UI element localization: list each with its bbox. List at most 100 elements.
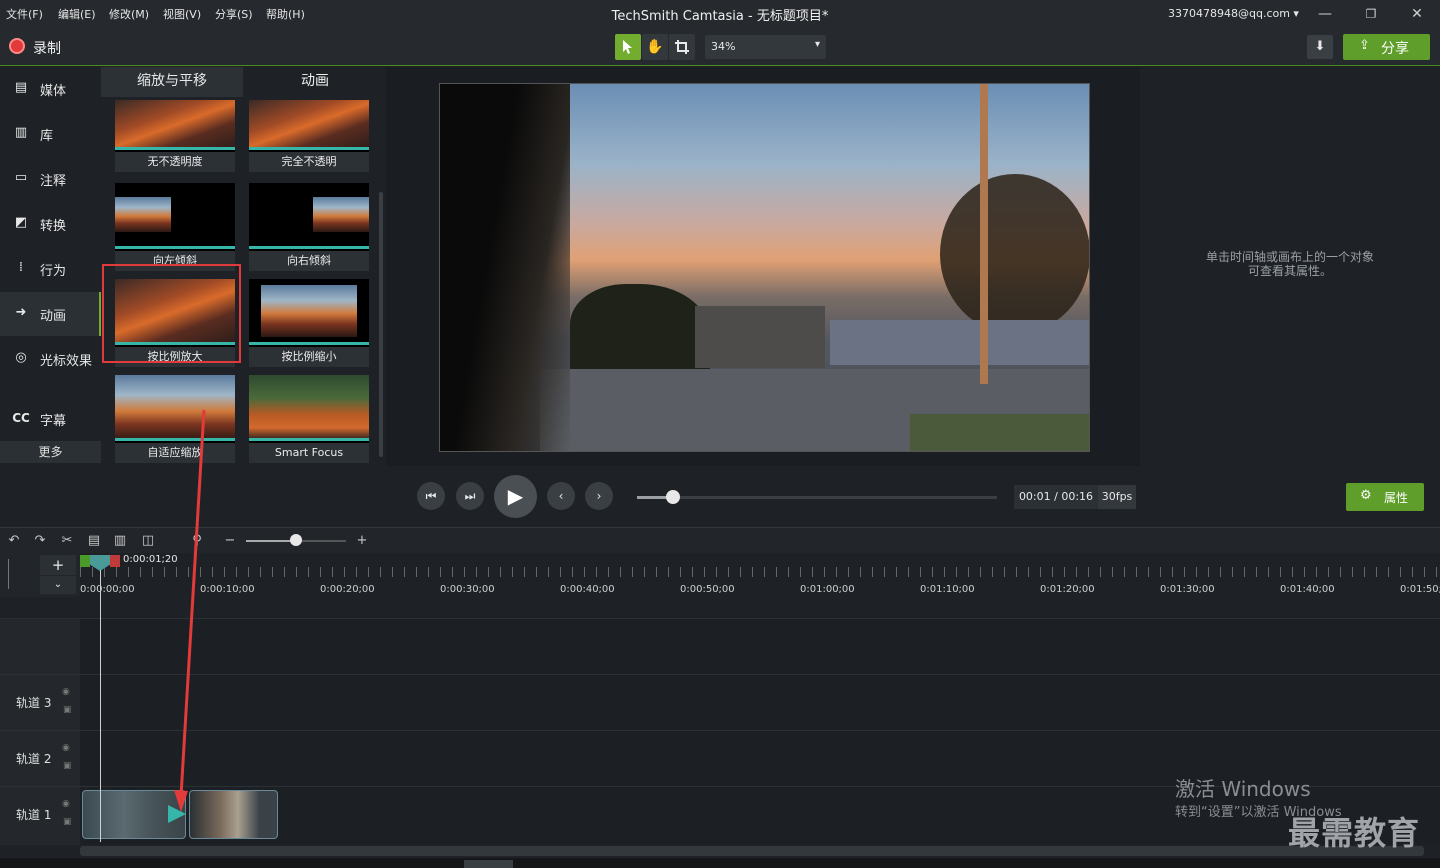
redo-icon[interactable]: ↷ <box>31 533 49 549</box>
animation-item-tilt-left[interactable]: 向左倾斜 <box>115 183 235 271</box>
scrubber-handle[interactable] <box>666 490 680 504</box>
step-forward-button[interactable]: ⏭ <box>456 482 484 510</box>
animation-item-full-opacity[interactable]: 完全不透明 <box>249 100 369 172</box>
properties-hint: 单击时间轴或画布上的一个对象 可查看其属性。 <box>1180 250 1400 278</box>
animation-item-smart-focus[interactable]: Smart Focus <box>249 375 369 463</box>
animation-item-tilt-right[interactable]: 向右倾斜 <box>249 183 369 271</box>
animation-item-no-opacity[interactable]: 无不透明度 <box>115 100 235 172</box>
ruler-label: 0:01:00;00 <box>800 584 855 595</box>
ruler-label: 0:00:50;00 <box>680 584 735 595</box>
sidebar-item-cursor-effects[interactable]: ◎ 光标效果 <box>0 337 101 381</box>
zoom-out-icon[interactable]: − <box>221 533 239 549</box>
cut-icon[interactable]: ✂ <box>58 533 76 549</box>
ruler-label: 0:00:20;00 <box>320 584 375 595</box>
record-icon[interactable] <box>9 38 25 54</box>
next-button[interactable]: › <box>585 482 613 510</box>
sidebar-item-transitions[interactable]: ◩ 转换 <box>0 202 101 246</box>
scrubber-track[interactable] <box>637 496 997 499</box>
magnet-icon[interactable] <box>8 559 14 589</box>
share-button[interactable]: ⇪ 分享 <box>1343 34 1430 60</box>
tab-zoom-pan[interactable]: 缩放与平移 <box>101 67 243 97</box>
menu-edit[interactable]: 编辑(E) <box>58 6 96 22</box>
pan-tool-button[interactable]: ✋ <box>642 34 668 60</box>
empty-track-area[interactable] <box>0 618 1440 675</box>
timeline-ruler[interactable]: 0:00:01;20 0:00:00;00 0:00:10;00 0:00:20… <box>80 553 1440 597</box>
account-menu[interactable]: 3370478948@qq.com ▾ <box>1168 7 1299 20</box>
video-preview[interactable] <box>439 83 1090 452</box>
canvas[interactable] <box>386 67 1140 466</box>
chevron-down-icon[interactable]: ⌄ <box>40 576 76 594</box>
pointer-icon <box>623 40 632 54</box>
timecode: 00:01 / 00:16 <box>1014 485 1098 509</box>
lock-icon[interactable]: ▣ <box>63 817 72 827</box>
ruler-label: 0:00:30;00 <box>440 584 495 595</box>
animation-item-scale-down[interactable]: 按比例缩小 <box>249 279 369 367</box>
thumbnail-frame <box>115 183 235 249</box>
sidebar-item-label: 光标效果 <box>40 354 93 369</box>
undo-icon[interactable]: ↶ <box>5 533 23 549</box>
zoom-value: 34% <box>711 40 736 53</box>
menu-modify[interactable]: 修改(M) <box>109 6 149 22</box>
sidebar-item-label: 转换 <box>40 219 67 234</box>
sidebar-item-label: 库 <box>40 129 54 144</box>
eye-icon[interactable]: ◉ <box>62 743 70 753</box>
in-point-marker[interactable] <box>80 555 90 567</box>
close-button[interactable]: ✕ <box>1394 2 1440 26</box>
eye-icon[interactable]: ◉ <box>62 687 70 697</box>
paste-icon[interactable]: ▥ <box>111 533 129 549</box>
minimize-button[interactable]: — <box>1302 2 1348 26</box>
search-icon[interactable]: ⚲ <box>188 533 206 549</box>
step-back-button[interactable]: ⏮ <box>417 482 445 510</box>
sidebar: ▤ 媒体 ▥ 库 ▭ 注释 ◩ 转换 ⁞ 行为 ➜ 动画 ◎ 光标效果 CC 字… <box>0 67 101 464</box>
playhead-time: 0:00:01;20 <box>123 554 178 565</box>
sidebar-item-behaviors[interactable]: ⁞ 行为 <box>0 247 101 291</box>
share-label: 分享 <box>1381 41 1409 57</box>
previous-button[interactable]: ‹ <box>547 482 575 510</box>
download-button[interactable]: ⬇ <box>1307 35 1333 59</box>
behavior-icon: ⁞ <box>18 260 24 275</box>
restore-button[interactable]: ❐ <box>1348 2 1394 26</box>
track-3[interactable]: 轨道 3 ◉ ▣ <box>0 674 1440 731</box>
sidebar-item-media[interactable]: ▤ 媒体 <box>0 67 101 111</box>
thumbnail-frame <box>249 183 369 249</box>
sidebar-item-library[interactable]: ▥ 库 <box>0 112 101 156</box>
eye-icon[interactable]: ◉ <box>62 799 70 809</box>
animation-item-adaptive-scale[interactable]: 自适应缩放 <box>115 375 235 463</box>
library-scrollbar[interactable] <box>379 192 383 457</box>
sidebar-item-captions[interactable]: CC 字幕 <box>0 397 101 441</box>
lock-icon[interactable]: ▣ <box>63 705 72 715</box>
menu-view[interactable]: 视图(V) <box>163 6 201 22</box>
tab-animations[interactable]: 动画 <box>245 67 385 97</box>
zoom-in-icon[interactable]: + <box>353 533 371 549</box>
animation-bar <box>115 147 235 150</box>
lock-icon[interactable]: ▣ <box>63 761 72 771</box>
add-track-button[interactable]: + <box>40 555 76 575</box>
play-button[interactable]: ▶ <box>494 475 537 518</box>
bottom-scroll-handle[interactable] <box>464 860 513 868</box>
play-icon: ▶ <box>507 484 524 508</box>
menu-file[interactable]: 文件(F) <box>6 6 43 22</box>
sidebar-item-animations[interactable]: ➜ 动画 <box>0 292 101 336</box>
sidebar-item-annotations[interactable]: ▭ 注释 <box>0 157 101 201</box>
menu-share[interactable]: 分享(S) <box>215 6 253 22</box>
properties-panel: 单击时间轴或画布上的一个对象 可查看其属性。 <box>1140 67 1440 466</box>
select-tool-button[interactable] <box>615 34 641 60</box>
properties-button[interactable]: ⚙ 属性 <box>1346 483 1424 511</box>
split-icon[interactable]: ◫ <box>139 533 157 549</box>
record-button[interactable]: 录制 <box>33 38 61 58</box>
menu-help[interactable]: 帮助(H) <box>266 6 305 22</box>
thumbnail-frame <box>249 279 369 345</box>
timeline-scrollbar[interactable] <box>80 846 1424 856</box>
zoom-select[interactable]: 34% ▾ <box>705 35 826 59</box>
out-point-marker[interactable] <box>110 555 120 567</box>
crop-tool-button[interactable] <box>669 34 695 60</box>
media-clip[interactable] <box>189 790 278 839</box>
ruler-label: 0:01:20;00 <box>1040 584 1095 595</box>
track-header: 轨道 2 ◉ ▣ <box>0 731 80 787</box>
more-button[interactable]: 更多 <box>0 441 101 463</box>
selection-highlight <box>102 264 241 363</box>
chevron-left-icon: ‹ <box>558 489 564 503</box>
pole-shape <box>980 84 988 384</box>
timeline-zoom-handle[interactable] <box>290 534 302 546</box>
copy-icon[interactable]: ▤ <box>85 533 103 549</box>
